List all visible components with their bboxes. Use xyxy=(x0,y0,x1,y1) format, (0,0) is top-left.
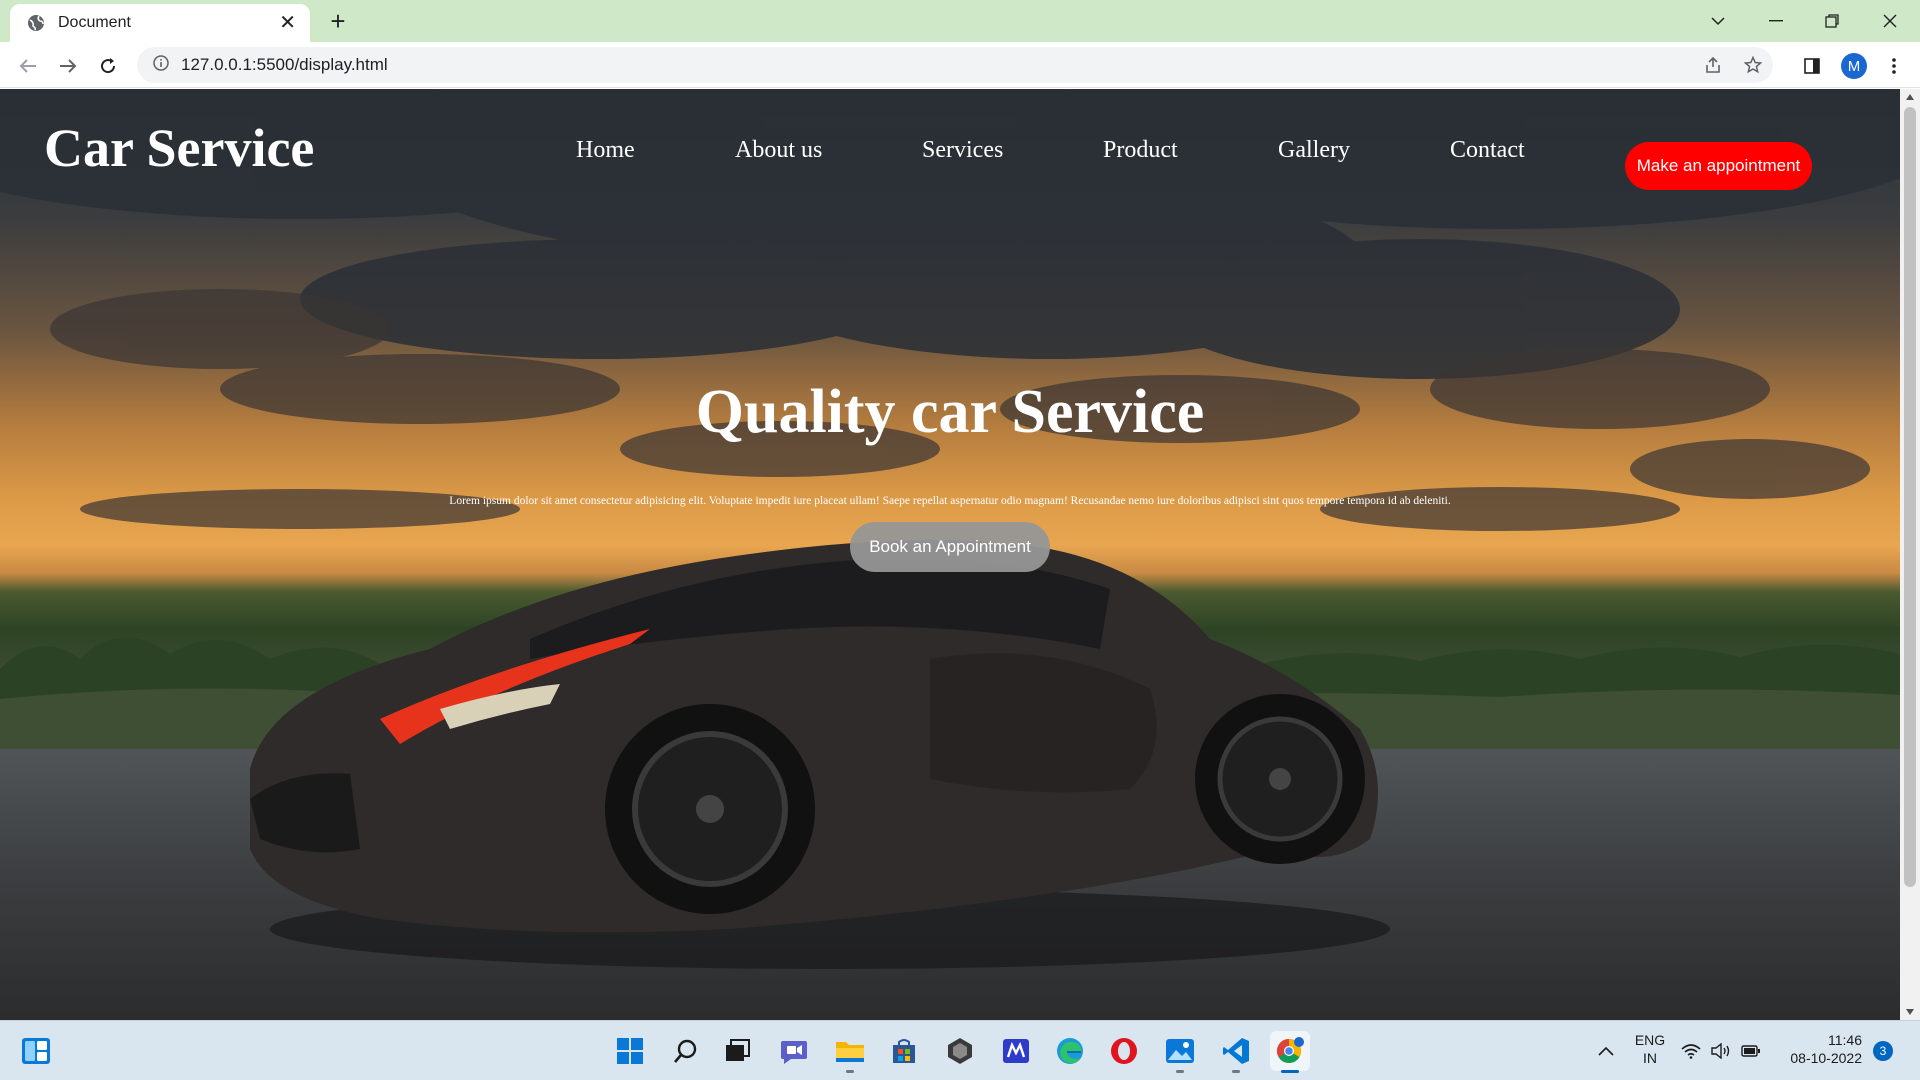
taskbar: ENG IN 11:46 08-10-2022 xyxy=(0,1020,1920,1080)
make-appointment-button[interactable]: Make an appointment xyxy=(1625,142,1812,190)
reload-icon[interactable] xyxy=(92,50,124,82)
forward-icon[interactable] xyxy=(52,50,84,82)
running-indicator xyxy=(846,1070,854,1073)
close-tab-icon[interactable]: ✕ xyxy=(279,13,296,33)
book-appointment-button[interactable]: Book an Appointment xyxy=(850,522,1050,572)
nav-link-contact[interactable]: Contact xyxy=(1450,137,1525,164)
language-indicator[interactable]: ENG IN xyxy=(1630,1031,1670,1067)
profile-initial: M xyxy=(1841,53,1867,79)
app-icon[interactable] xyxy=(996,1031,1036,1071)
clock-time: 11:46 xyxy=(1828,1032,1862,1048)
restore-icon[interactable] xyxy=(1810,6,1854,36)
app-icon[interactable] xyxy=(940,1031,980,1071)
wifi-icon[interactable] xyxy=(1676,1031,1706,1071)
widgets-icon[interactable] xyxy=(16,1031,56,1071)
battery-icon[interactable] xyxy=(1736,1031,1766,1071)
tab-title: Document xyxy=(58,14,131,31)
nav-link-about-us[interactable]: About us xyxy=(735,137,822,164)
menu-kebab-icon[interactable] xyxy=(1878,50,1910,82)
notification-badge[interactable]: 3 xyxy=(1873,1041,1893,1061)
back-icon[interactable] xyxy=(12,50,44,82)
active-indicator xyxy=(1281,1070,1299,1073)
scroll-thumb[interactable] xyxy=(1904,107,1916,887)
page-scrollbar[interactable] xyxy=(1900,89,1920,1020)
chat-icon[interactable] xyxy=(774,1031,814,1071)
site-logo[interactable]: Car Service xyxy=(44,117,314,179)
scroll-up-icon[interactable] xyxy=(1900,89,1920,105)
hero-title: Quality car Service xyxy=(695,378,1205,446)
region-code: IN xyxy=(1643,1050,1657,1066)
profile-avatar[interactable]: M xyxy=(1838,50,1870,82)
address-field[interactable]: 127.0.0.1:5500/display.html xyxy=(137,47,1773,83)
nav-link-services[interactable]: Services xyxy=(922,137,1003,164)
browser-tab[interactable]: Document ✕ xyxy=(10,4,310,42)
task-view-icon[interactable] xyxy=(718,1031,758,1071)
bookmark-star-icon[interactable] xyxy=(1737,47,1769,83)
edge-icon[interactable] xyxy=(1050,1031,1090,1071)
chrome-icon[interactable] xyxy=(1270,1031,1310,1073)
photos-icon[interactable] xyxy=(1160,1031,1200,1073)
minimize-icon[interactable] xyxy=(1754,6,1798,36)
nav-link-gallery[interactable]: Gallery xyxy=(1278,137,1350,164)
running-indicator xyxy=(1176,1070,1184,1073)
clock[interactable]: 11:46 08-10-2022 xyxy=(1772,1031,1872,1067)
share-icon[interactable] xyxy=(1697,47,1729,83)
volume-icon[interactable] xyxy=(1706,1031,1736,1071)
hero-car-image xyxy=(250,540,1390,969)
vscode-icon[interactable] xyxy=(1216,1031,1256,1073)
scroll-down-icon[interactable] xyxy=(1900,1004,1920,1020)
url-text: 127.0.0.1:5500/display.html xyxy=(181,55,388,74)
address-toolbar: 127.0.0.1:5500/display.html M xyxy=(0,42,1920,88)
globe-icon xyxy=(26,13,46,33)
search-icon[interactable] xyxy=(666,1031,706,1071)
side-panel-icon[interactable] xyxy=(1796,50,1828,82)
site-info-icon[interactable] xyxy=(153,54,169,76)
page-viewport: Car Service Home About us Services Produ… xyxy=(0,89,1900,1020)
file-explorer-icon[interactable] xyxy=(830,1031,870,1073)
nav-link-product[interactable]: Product xyxy=(1103,137,1178,164)
language-code: ENG xyxy=(1634,1032,1666,1048)
clock-date: 08-10-2022 xyxy=(1790,1050,1862,1066)
running-indicator xyxy=(1232,1070,1240,1073)
chevron-up-icon[interactable] xyxy=(1586,1031,1626,1071)
hero-description: Lorem ipsum dolor sit amet consectetur a… xyxy=(449,495,1451,507)
tab-strip: Document ✕ + xyxy=(0,0,1920,42)
nav-link-home[interactable]: Home xyxy=(576,137,635,164)
close-window-icon[interactable] xyxy=(1868,6,1912,36)
store-icon[interactable] xyxy=(884,1031,924,1071)
tab-search-icon[interactable] xyxy=(1696,6,1740,36)
new-tab-button[interactable]: + xyxy=(324,8,352,36)
opera-icon[interactable] xyxy=(1104,1031,1144,1071)
start-icon[interactable] xyxy=(610,1031,650,1071)
